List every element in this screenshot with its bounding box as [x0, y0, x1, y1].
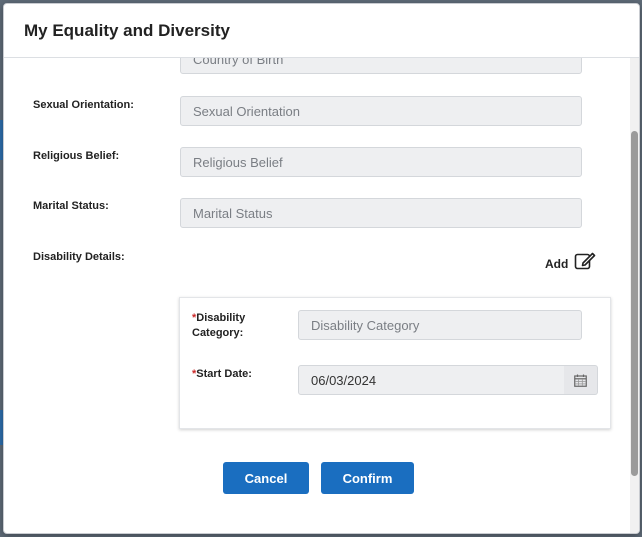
calendar-icon — [574, 374, 587, 387]
disability-category-label-line2: Category: — [192, 327, 244, 339]
start-date-label: *Start Date: — [192, 367, 252, 382]
marital-status-input[interactable] — [180, 198, 582, 228]
modal-header: My Equality and Diversity — [4, 4, 639, 58]
disability-entry-panel: *Disability Category: *Start Date: — [179, 297, 611, 429]
religious-belief-label: Religious Belief: — [33, 150, 120, 162]
date-picker-button[interactable] — [564, 365, 598, 395]
scrollbar-thumb[interactable] — [631, 131, 638, 476]
sexual-orientation-label: Sexual Orientation: — [33, 99, 134, 111]
disability-details-label: Disability Details: — [33, 251, 125, 263]
disability-category-label: *Disability Category: — [192, 311, 245, 341]
sexual-orientation-input[interactable] — [180, 96, 582, 126]
cancel-button[interactable]: Cancel — [223, 462, 309, 494]
marital-status-label: Marital Status: — [33, 200, 109, 212]
start-date-input[interactable] — [298, 365, 565, 395]
add-label: Add — [545, 257, 569, 271]
country-of-birth-input[interactable] — [180, 58, 582, 74]
start-date-label-text: Start Date: — [196, 368, 252, 380]
religious-belief-input[interactable] — [180, 147, 582, 177]
confirm-button[interactable]: Confirm — [321, 462, 414, 494]
equality-diversity-modal: My Equality and Diversity Sexual Orienta… — [3, 3, 640, 534]
edit-icon[interactable] — [574, 251, 596, 271]
add-disability-button[interactable]: Add — [545, 251, 596, 271]
disability-category-label-line1: Disability — [196, 312, 246, 324]
modal-title: My Equality and Diversity — [24, 21, 230, 40]
disability-category-input[interactable] — [298, 310, 582, 340]
modal-body[interactable]: Sexual Orientation: Religious Belief: Ma… — [4, 58, 639, 533]
